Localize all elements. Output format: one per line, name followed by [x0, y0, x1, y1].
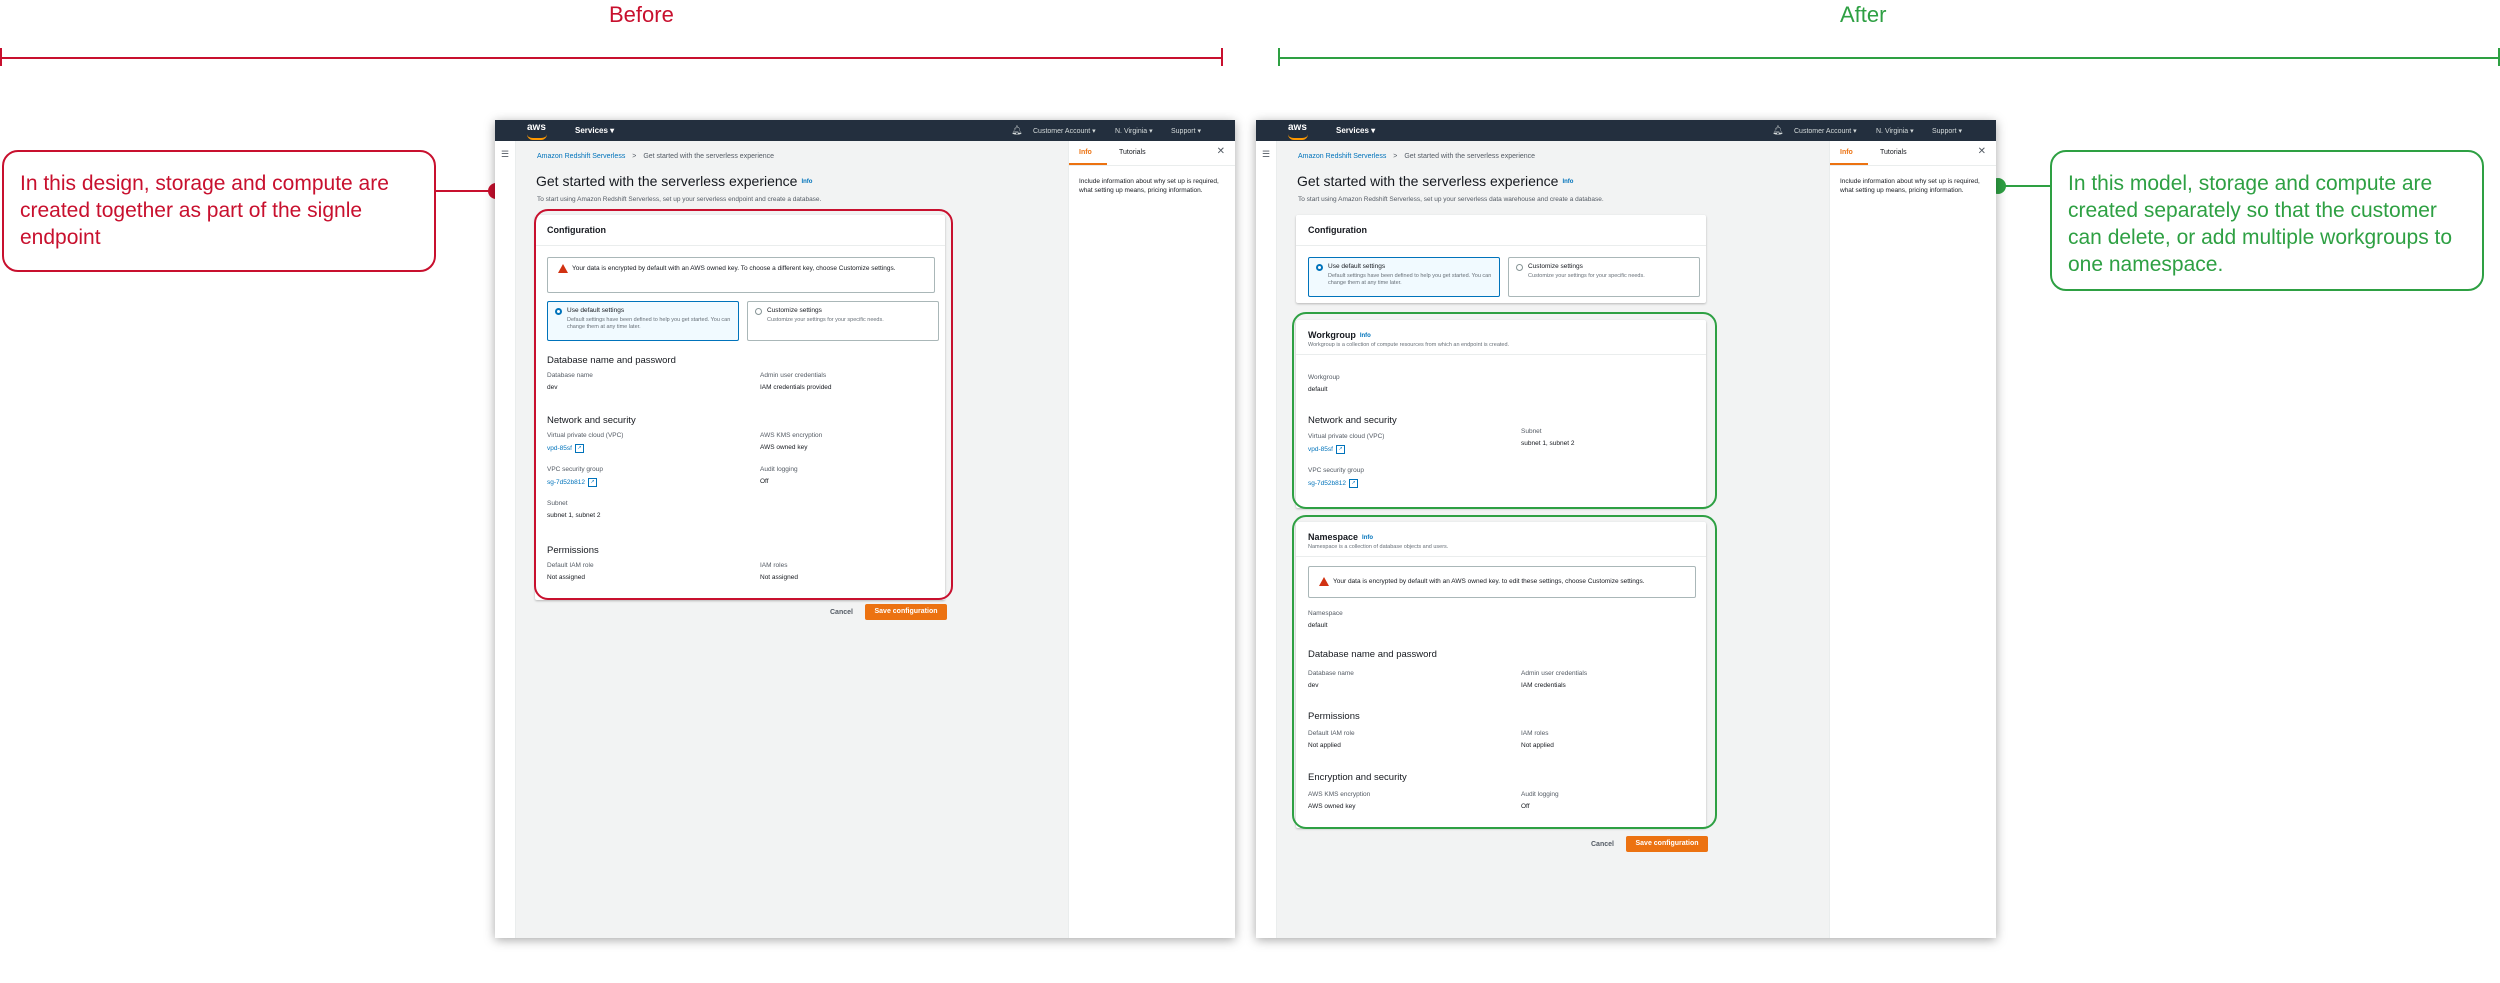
services-menu[interactable]: Services ▾	[575, 126, 614, 135]
info-link[interactable]: Info	[801, 179, 812, 185]
default-settings-title: Use default settings	[1328, 263, 1386, 270]
after-rule-tick-left	[1278, 48, 1280, 66]
breadcrumb-current: Get started with the serverless experien…	[643, 153, 775, 160]
workgroup-highlight-frame	[1292, 312, 1717, 509]
page-subtitle: To start using Amazon Redshift Serverles…	[1298, 196, 1604, 203]
hamburger-icon[interactable]: ☰	[501, 149, 509, 160]
aws-logo: aws	[1288, 122, 1308, 140]
info-link[interactable]: Info	[1562, 179, 1573, 185]
tab-tutorials[interactable]: Tutorials	[1119, 149, 1146, 156]
after-label: After	[1840, 2, 1887, 27]
aws-logo: aws	[527, 122, 547, 140]
breadcrumb-link[interactable]: Amazon Redshift Serverless	[1298, 153, 1386, 160]
breadcrumb-link[interactable]: Amazon Redshift Serverless	[537, 153, 625, 160]
save-configuration-button[interactable]: Save configuration	[865, 604, 947, 620]
configuration-card: Configuration Use default settings Defau…	[1296, 215, 1706, 303]
breadcrumb-separator: >	[632, 153, 637, 160]
breadcrumb-current: Get started with the serverless experien…	[1404, 153, 1536, 160]
cancel-button[interactable]: Cancel	[1591, 841, 1614, 848]
before-highlight-frame	[534, 209, 953, 600]
breadcrumb: Amazon Redshift Serverless > Get started…	[537, 153, 774, 160]
customize-settings-tile[interactable]: Customize settings Customize your settin…	[1508, 257, 1700, 297]
cancel-button[interactable]: Cancel	[830, 609, 853, 616]
before-connector	[436, 190, 496, 192]
default-settings-radio[interactable]	[1316, 264, 1323, 271]
support-menu[interactable]: Support ▾	[1932, 127, 1962, 135]
default-settings-desc: Default settings have been defined to he…	[1328, 273, 1492, 286]
page-title: Get started with the serverless experien…	[536, 173, 813, 189]
tab-info[interactable]: Info	[1079, 149, 1092, 156]
services-menu[interactable]: Services ▾	[1336, 126, 1375, 135]
bell-icon[interactable]: 🔔︎	[1011, 125, 1022, 136]
namespace-highlight-frame	[1292, 515, 1717, 829]
customize-settings-radio[interactable]	[1516, 264, 1523, 271]
side-nav: ☰	[495, 141, 516, 938]
account-menu[interactable]: Customer Account ▾	[1794, 127, 1857, 135]
help-panel: Info Tutorials ✕ Include information abo…	[1068, 141, 1235, 938]
bell-icon[interactable]: 🔔︎	[1772, 125, 1783, 136]
hamburger-icon[interactable]: ☰	[1262, 149, 1270, 160]
tab-info[interactable]: Info	[1840, 149, 1853, 156]
help-text: Include information about why set up is …	[1079, 178, 1219, 194]
page-subtitle: To start using Amazon Redshift Serverles…	[537, 196, 822, 203]
close-icon[interactable]: ✕	[1217, 146, 1225, 157]
support-menu[interactable]: Support ▾	[1171, 127, 1201, 135]
help-panel: Info Tutorials ✕ Include information abo…	[1829, 141, 1996, 938]
page-title: Get started with the serverless experien…	[1297, 173, 1574, 189]
default-settings-tile[interactable]: Use default settings Default settings ha…	[1308, 257, 1500, 297]
region-menu[interactable]: N. Virginia ▾	[1876, 127, 1914, 135]
after-callout: In this model, storage and compute are c…	[2050, 150, 2484, 291]
save-configuration-button[interactable]: Save configuration	[1626, 836, 1708, 852]
before-rule-tick-right	[1221, 48, 1223, 66]
breadcrumb: Amazon Redshift Serverless > Get started…	[1298, 153, 1535, 160]
before-callout: In this design, storage and compute are …	[2, 150, 436, 272]
breadcrumb-separator: >	[1393, 153, 1398, 160]
top-navigation: aws Services ▾ 🔔︎ Customer Account ▾ N. …	[1256, 120, 1996, 141]
customize-settings-desc: Customize your settings for your specifi…	[1528, 273, 1645, 279]
configuration-title: Configuration	[1308, 225, 1367, 235]
side-nav: ☰	[1256, 141, 1277, 938]
help-text: Include information about why set up is …	[1840, 178, 1980, 194]
close-icon[interactable]: ✕	[1978, 146, 1986, 157]
before-rule	[0, 57, 1222, 59]
top-navigation: aws Services ▾ 🔔︎ Customer Account ▾ N. …	[495, 120, 1235, 141]
tab-tutorials[interactable]: Tutorials	[1880, 149, 1907, 156]
before-label: Before	[609, 2, 674, 27]
before-rule-tick-left	[0, 48, 2, 66]
region-menu[interactable]: N. Virginia ▾	[1115, 127, 1153, 135]
customize-settings-title: Customize settings	[1528, 263, 1583, 270]
after-rule	[1278, 57, 2500, 59]
account-menu[interactable]: Customer Account ▾	[1033, 127, 1096, 135]
